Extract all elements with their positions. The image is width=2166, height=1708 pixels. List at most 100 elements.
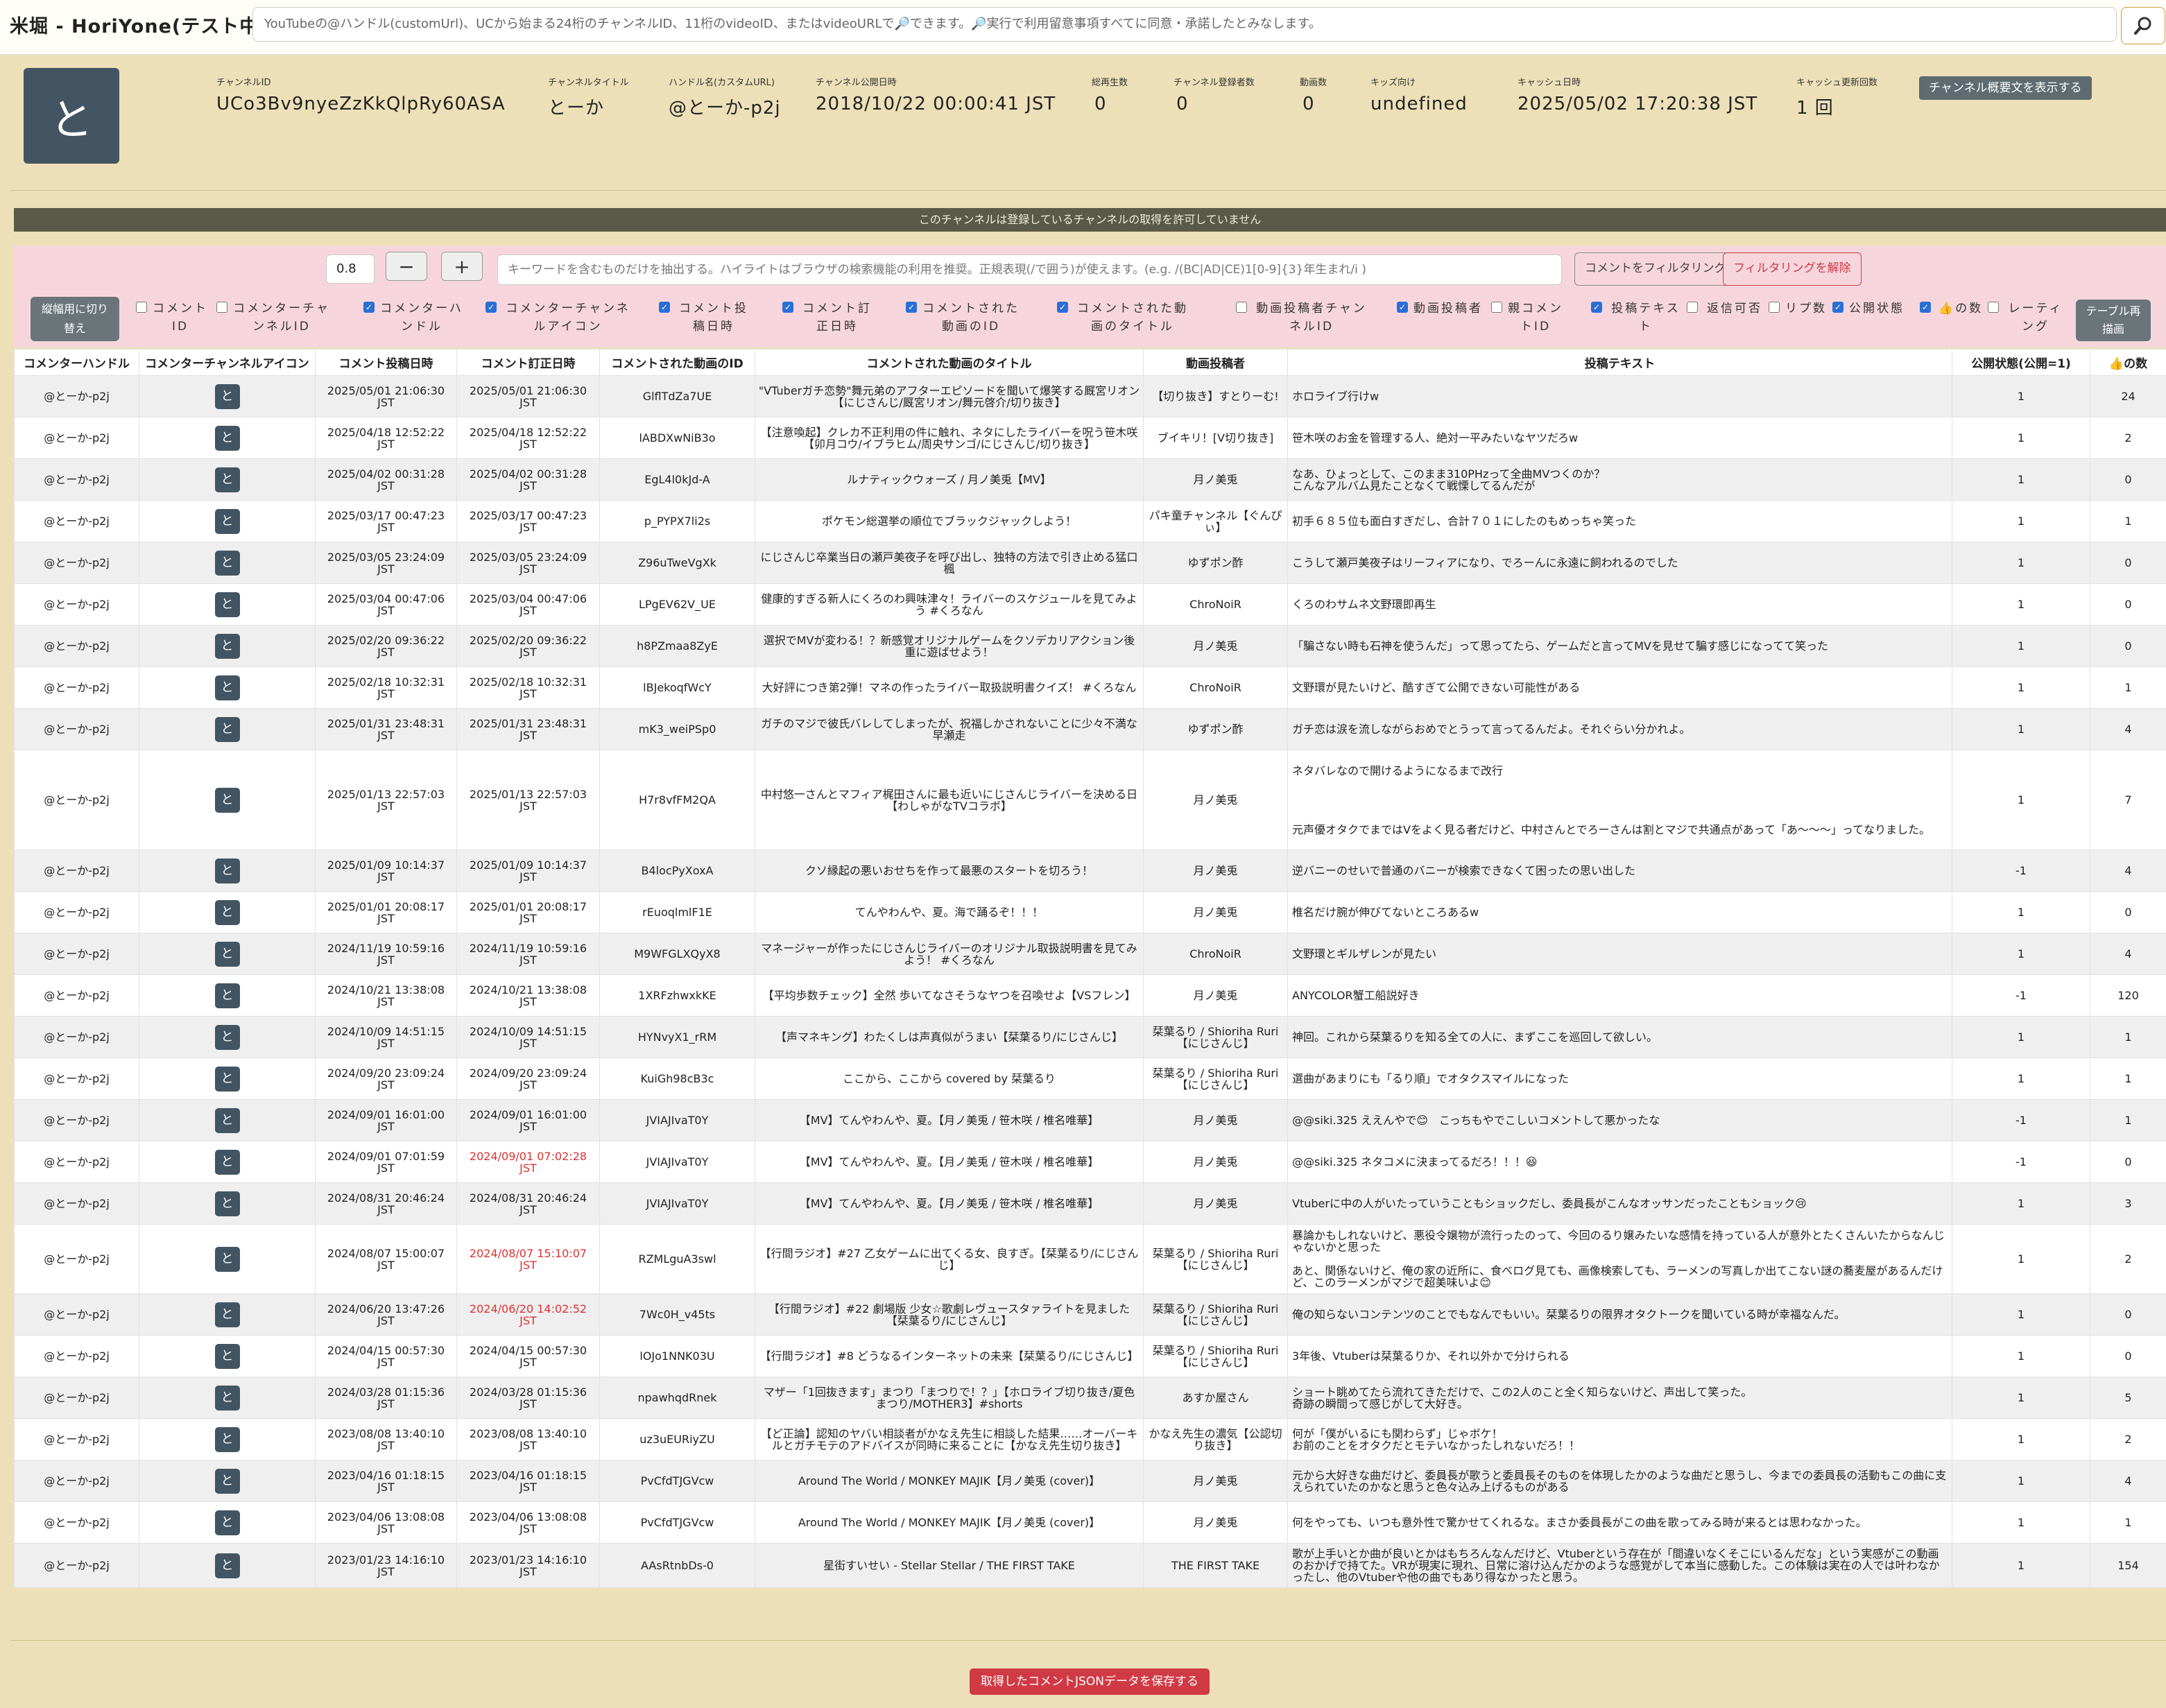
commenter-handle-text[interactable]: @とーか-p2j [44,906,110,919]
video-title-text[interactable]: 【平均歩数チェック】全然 歩いてなさそうなヤつを召喚せよ【VSフレン】 [763,989,1136,1002]
checkbox[interactable] [1236,302,1247,313]
column-toggle-2[interactable]: コメンターハンドル [363,298,463,336]
checkbox[interactable] [1988,302,1999,313]
commenter-avatar[interactable]: と [214,1107,240,1133]
commenter-avatar[interactable]: と [214,550,240,576]
apply-filter-button[interactable]: コメントをフィルタリング [1574,252,1737,286]
video-title-text[interactable]: 【声マネキング】わたくしは声真似がうまい【栞葉るり/にじさんじ】 [775,1030,1123,1044]
video-id-text[interactable]: RZMLguA3swl [638,1252,716,1266]
column-toggle-7[interactable]: コメントされた動画のタイトル [1057,298,1192,336]
video-title-text[interactable]: 【行間ラジオ】#27 乙女ゲームに出てくる女、良すぎ。【栞葉るり/にじさんじ】 [760,1247,1139,1272]
commenter-avatar[interactable]: と [214,858,240,883]
column-header[interactable]: コメント投稿日時 [315,349,457,376]
column-toggle-15[interactable]: 👍の数 [1920,298,1985,318]
threshold-input[interactable]: 0.8 [326,255,375,284]
uploader-text[interactable]: パキ童チャンネル【ぐんぴぃ】 [1149,509,1282,534]
commenter-avatar[interactable]: と [214,1302,240,1327]
column-toggle-10[interactable]: 親コメントID [1491,300,1563,336]
show-description-button[interactable]: チャンネル概要文を表示する [1919,76,2092,100]
commenter-avatar[interactable]: と [214,467,240,492]
column-toggle-13[interactable]: リプ数 [1769,300,1827,318]
commenter-avatar[interactable]: と [214,1024,240,1050]
clear-filter-button[interactable]: フィルタリングを解除 [1723,252,1862,286]
uploader-text[interactable]: あすか屋さん [1182,1391,1248,1404]
commenter-avatar[interactable]: と [214,633,240,659]
commenter-avatar[interactable]: と [214,1246,240,1272]
uploader-text[interactable]: 月ノ美兎 [1193,906,1237,919]
checkbox[interactable] [136,302,147,313]
uploader-text[interactable]: 月ノ美兎 [1193,639,1237,653]
column-toggle-6[interactable]: コメントされた動画のID [906,298,1020,336]
checkbox[interactable] [1687,302,1698,313]
commenter-avatar[interactable]: と [214,1426,240,1452]
uploader-text[interactable]: ゆずポン酢 [1187,556,1243,569]
column-header[interactable]: 👍の数 [2090,349,2166,376]
uploader-text[interactable]: ChroNoiR [1189,681,1241,694]
video-title-text[interactable]: 星街すいせい - Stellar Stellar / THE FIRST TAK… [823,1559,1075,1572]
uploader-text[interactable]: 月ノ美兎 [1193,1197,1237,1210]
uploader-text[interactable]: 月ノ美兎 [1193,1516,1237,1529]
uploader-text[interactable]: ChroNoiR [1189,598,1241,611]
checkbox[interactable] [1832,298,1843,316]
video-id-text[interactable]: p_PYPX7li2s [644,515,710,528]
column-toggle-9[interactable]: 動画投稿者 [1397,298,1483,318]
column-header[interactable]: コメント訂正日時 [456,349,600,376]
save-json-button[interactable]: 取得したコメントJSONデータを保存する [970,1668,1210,1695]
commenter-handle-text[interactable]: @とーか-p2j [44,681,110,694]
commenter-avatar[interactable]: と [214,1191,240,1216]
uploader-text[interactable]: 月ノ美兎 [1193,989,1237,1002]
uploader-text[interactable]: 月ノ美兎 [1193,473,1237,486]
video-id-text[interactable]: HYNvyX1_rRM [638,1030,716,1044]
checkbox[interactable] [1397,298,1408,316]
commenter-handle-text[interactable]: @とーか-p2j [44,1197,110,1210]
commenter-handle-text[interactable]: @とーか-p2j [44,1349,110,1363]
commenter-avatar[interactable]: と [214,1149,240,1175]
video-title-text[interactable]: マザー「1回抜きます」まつり「まつりで！？」【ホロライブ切り抜き/夏色まつり/M… [764,1386,1135,1411]
uploader-text[interactable]: 栞葉るり / Shioriha Ruri【にじさんじ】 [1153,1247,1279,1272]
video-title-text[interactable]: Around The World / MONKEY MAJIK【月ノ美兎 (co… [798,1516,1100,1529]
column-toggle-12[interactable]: 返信可否 [1687,300,1766,318]
commenter-avatar[interactable]: と [214,983,240,1008]
checkbox[interactable] [1057,298,1068,316]
uploader-text[interactable]: ゆずポン酢 [1187,723,1243,736]
checkbox[interactable] [906,298,917,316]
commenter-avatar[interactable]: と [214,675,240,700]
uploader-text[interactable]: THE FIRST TAKE [1171,1559,1260,1572]
video-title-text[interactable]: Around The World / MONKEY MAJIK【月ノ美兎 (co… [798,1474,1100,1487]
video-id-text[interactable]: lABDXwNiB3o [639,431,715,445]
uploader-text[interactable]: 栞葉るり / Shioriha Ruri【にじさんじ】 [1153,1302,1279,1327]
checkbox[interactable] [363,298,375,316]
commenter-avatar[interactable]: と [214,941,240,967]
commenter-handle-text[interactable]: @とーか-p2j [44,989,110,1002]
checkbox[interactable] [659,298,670,316]
column-header[interactable]: コメントされた動画のID [599,349,755,376]
commenter-handle-text[interactable]: @とーか-p2j [44,639,110,653]
video-id-text[interactable]: JVIAJIvaT0Y [646,1197,709,1210]
column-toggle-4[interactable]: コメント投稿日時 [659,298,752,336]
video-id-text[interactable]: PvCfdTJGVcw [641,1474,714,1487]
video-title-text[interactable]: 【行間ラジオ】#8 どうなるインターネットの未来【栞葉るり/にじさんじ】 [760,1349,1139,1363]
commenter-handle-text[interactable]: @とーか-p2j [44,431,110,445]
checkbox[interactable] [1769,302,1780,313]
checkbox[interactable] [485,298,497,316]
video-title-text[interactable]: 【MV】てんやわんや、夏。【月ノ美兎 / 笹木咲 / 椎名唯華】 [800,1155,1099,1168]
video-title-text[interactable]: 【注意喚起】クレカ不正利用の件に触れ、ネタにしたライバーを呪う笹木咲【卯月コウ/… [761,426,1138,451]
commenter-avatar[interactable]: と [214,508,240,534]
commenter-handle-text[interactable]: @とーか-p2j [44,390,110,403]
video-id-text[interactable]: JVIAJIvaT0Y [646,1155,709,1168]
commenter-avatar[interactable]: と [214,383,240,409]
column-toggle-14[interactable]: 公開状態 [1832,298,1905,318]
video-id-text[interactable]: PvCfdTJGVcw [641,1516,714,1529]
uploader-text[interactable]: 月ノ美兎 [1193,793,1237,806]
column-header[interactable]: 投稿テキスト [1287,349,1952,376]
video-id-text[interactable]: Z96uTweVgXk [638,556,716,569]
video-id-text[interactable]: rEuoqlmlF1E [642,906,712,919]
video-title-text[interactable]: 選択でMVが変わる！？新感覚オリジナルゲームをクソデカリアクション後重に遊ばせよ… [764,634,1135,659]
commenter-avatar[interactable]: と [214,899,240,925]
video-title-text[interactable]: ここから、ここから covered by 栞葉るり [843,1072,1056,1085]
commenter-handle-text[interactable]: @とーか-p2j [44,864,110,877]
commenter-handle-text[interactable]: @とーか-p2j [44,556,110,569]
checkbox[interactable] [1491,302,1502,313]
video-title-text[interactable]: マネージャーが作ったにじさんじライバーのオリジナル取扱説明書を見てみよう！ #く… [761,942,1137,967]
uploader-text[interactable]: 栞葉るり / Shioriha Ruri【にじさんじ】 [1153,1344,1279,1369]
